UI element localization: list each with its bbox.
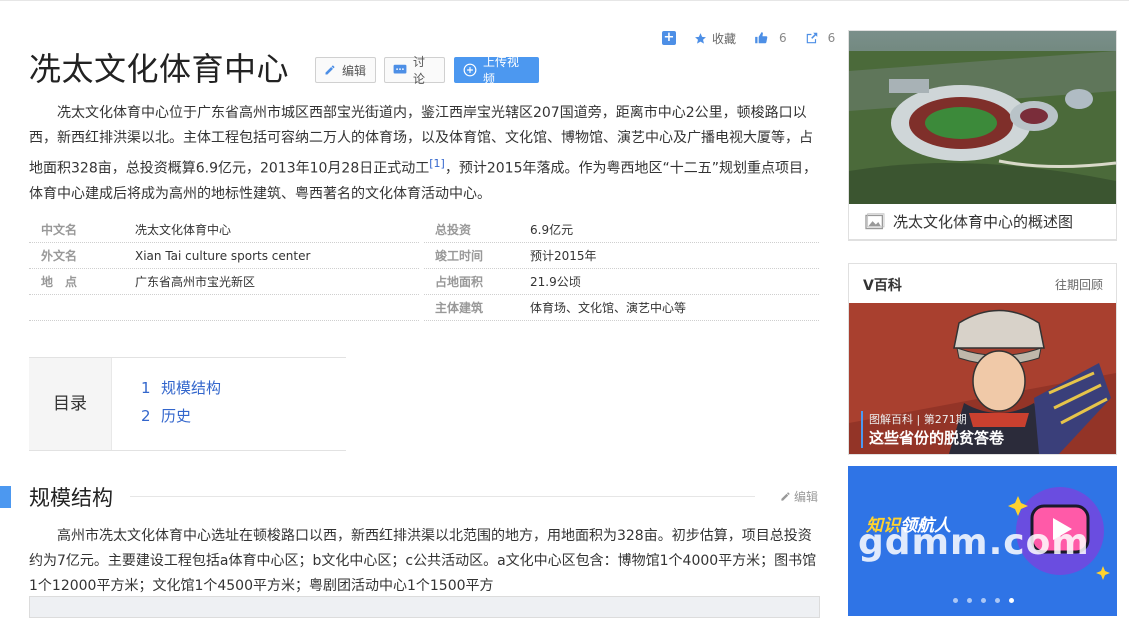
toc-item-label: 规模结构 — [161, 379, 222, 397]
carousel-dot-active[interactable] — [1009, 598, 1014, 603]
top-divider — [0, 0, 1129, 1]
stadium-aerial-image — [849, 31, 1116, 204]
reference-link[interactable]: [1] — [429, 157, 445, 170]
section-paragraph: 高州市冼太文化体育中心选址在顿梭路口以西，新西红排洪渠以北范围的地方，用地面积为… — [29, 528, 817, 594]
like-count: 6 — [779, 31, 787, 45]
image-icon — [865, 212, 885, 229]
upload-video-button[interactable]: 上传视频 — [454, 55, 539, 86]
favorite-button[interactable]: 收藏 — [694, 30, 736, 47]
info-key: 竣工时间 — [435, 249, 484, 263]
upload-video-label: 上传视频 — [483, 55, 520, 86]
share-icon — [806, 32, 817, 44]
info-row: 外文名 Xian Tai culture sports center 竣工时间 预计… — [29, 244, 819, 269]
info-key: 占地面积 — [435, 275, 484, 289]
toc-item[interactable]: 2 历史 — [141, 405, 191, 426]
toc-item-label: 历史 — [161, 407, 192, 425]
carousel-dot[interactable] — [967, 598, 972, 603]
pencil-icon — [324, 64, 336, 76]
page-title: 冼太文化体育中心 — [29, 50, 290, 88]
info-row: 主体建筑 体育场、文化馆、演艺中心等 — [29, 296, 819, 321]
overview-caption: 冼太文化体育中心的概述图 — [865, 211, 1073, 232]
comment-icon — [393, 64, 407, 76]
info-row: 地 点 广东省高州市宝光新区 占地面积 21.9公顷 — [29, 270, 819, 295]
carousel-dot[interactable] — [995, 598, 1000, 603]
info-value: 广东省高州市宝光新区 — [135, 275, 256, 289]
info-key: 外文名 — [41, 249, 78, 263]
edit-label: 编辑 — [342, 63, 367, 78]
star-icon — [695, 32, 706, 44]
section-edit-label: 编辑 — [794, 490, 819, 504]
vbaike-archive-link[interactable]: 往期回顾 — [1055, 276, 1103, 293]
carousel-dot[interactable] — [981, 598, 986, 603]
info-value: 21.9公顷 — [530, 275, 581, 289]
vbaike-card: V百科 往期回顾 图解百科 | 第271期 这些省份的脱贫答卷 — [848, 263, 1117, 455]
discuss-button[interactable]: 讨论 — [384, 55, 445, 86]
plus-circle-icon — [463, 63, 477, 77]
entry-actions: + 收藏 6 6 — [662, 30, 835, 46]
share-count: 6 — [827, 31, 836, 45]
info-key: 总投资 — [435, 223, 472, 237]
section-accent-bar — [0, 486, 11, 508]
info-value: 体育场、文化馆、演艺中心等 — [530, 301, 687, 315]
info-value: 冼太文化体育中心 — [135, 223, 232, 237]
info-key: 主体建筑 — [435, 301, 484, 315]
section-title: 规模结构 — [29, 486, 113, 510]
info-row: 中文名 冼太文化体育中心 总投资 6.9亿元 — [29, 218, 819, 243]
vbaike-issue: 图解百科 | 第271期 — [861, 411, 967, 427]
info-key: 地 点 — [41, 275, 78, 289]
edit-button[interactable]: 编辑 — [315, 57, 376, 83]
toc-item-number: 2 — [141, 407, 151, 425]
share-button[interactable]: 6 — [805, 31, 836, 45]
pencil-icon — [781, 492, 790, 501]
overview-image-card[interactable]: 冼太文化体育中心的概述图 — [848, 30, 1117, 241]
discuss-label: 讨论 — [413, 55, 426, 86]
map-image[interactable] — [29, 596, 820, 618]
overview-caption-text: 冼太文化体育中心的概述图 — [893, 213, 1074, 231]
info-value: 6.9亿元 — [530, 223, 574, 237]
toc-item-number: 1 — [141, 379, 151, 397]
toc-label: 目录 — [29, 358, 112, 450]
info-value: 预计2015年 — [530, 249, 597, 263]
vbaike-header: V百科 — [863, 278, 902, 294]
info-key: 中文名 — [41, 223, 78, 237]
carousel-dot[interactable] — [953, 598, 958, 603]
like-button[interactable]: 6 — [754, 31, 787, 45]
favorite-label: 收藏 — [712, 31, 737, 46]
add-icon[interactable]: + — [662, 31, 676, 45]
section-divider — [130, 496, 755, 497]
info-value: Xian Tai culture sports center — [135, 249, 311, 263]
thumbs-up-icon — [755, 32, 768, 44]
section-edit-button[interactable]: 编辑 — [780, 488, 818, 505]
vbaike-title[interactable]: 这些省份的脱贫答卷 — [861, 427, 1004, 448]
watermark: gdmm.com — [858, 522, 1090, 563]
toc-item[interactable]: 1 规模结构 — [141, 377, 221, 398]
table-of-contents: 目录 1 规模结构 2 历史 — [29, 357, 346, 451]
carousel-dots[interactable] — [953, 598, 1023, 603]
lemma-summary: 冼太文化体育中心位于广东省高州市城区西部宝光街道内，鉴江西岸宝光辖区207国道旁… — [29, 101, 819, 207]
